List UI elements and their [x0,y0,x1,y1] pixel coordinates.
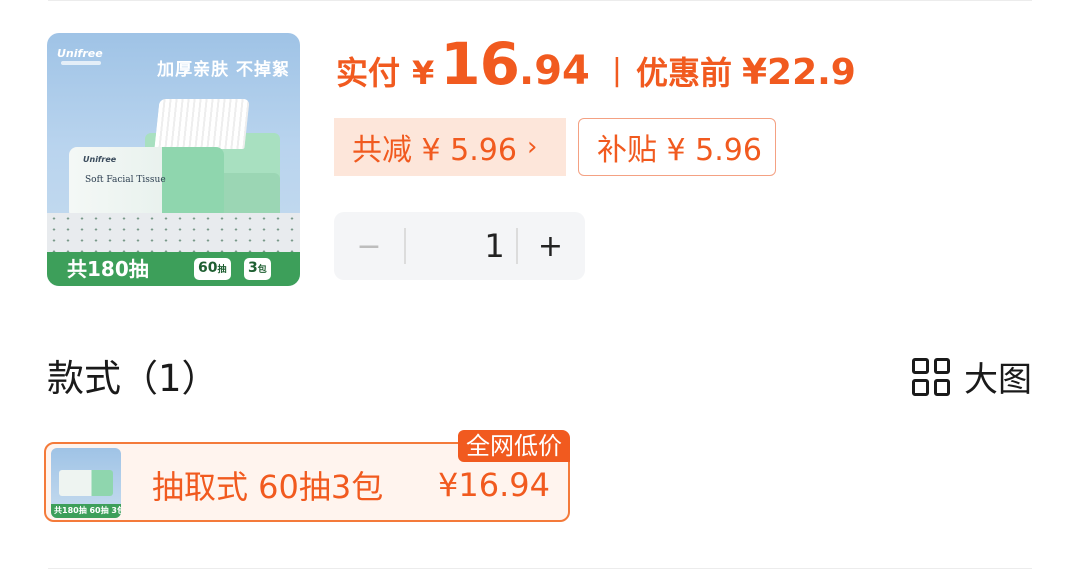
subsidy-label: 补贴 ¥ 5.96 [597,133,762,168]
before-discount-label: 优惠前 [635,54,732,92]
pack-brand: Unifree [83,155,117,164]
pack-name: Soft Facial Tissue [85,175,166,185]
quantity-stepper: − 1 + [334,212,585,280]
pack-count-tag: 3包 [244,258,271,280]
chevron-right-icon: › [526,132,538,162]
bottom-divider [48,568,1032,569]
total-reduction-chip[interactable]: 共减 ¥ 5.96 › [334,118,566,176]
grid-icon [912,357,950,396]
tissue-sheet [154,99,250,149]
total-reduction-label: 共减 ¥ 5.96 [352,133,517,168]
actual-pay-label: 实付 [336,54,401,92]
variant-option-selected[interactable]: 共180抽 60抽 3包 抽取式 60抽3包 ¥16.94 全网低价 [44,430,570,522]
variant-thumbnail: 共180抽 60抽 3包 [51,448,121,518]
subsidy-chip: 补贴 ¥ 5.96 [578,118,776,176]
large-image-label: 大图 [964,360,1032,400]
sheets-per-pack-tag: 60抽 [194,258,231,280]
before-discount-price: ¥22.9 [741,52,856,93]
tissue-pack-front: Unifree Soft Facial Tissue [69,147,224,219]
actual-price-integer: 16 [440,30,520,98]
decrease-quantity-button[interactable]: − [334,212,404,280]
brand-logo: Unifree [57,47,103,60]
lowest-price-badge: 全网低价 [458,430,570,462]
top-divider [48,0,1032,1]
actual-price-decimal: .94 [519,48,590,94]
thumbnail-pack [59,470,113,496]
product-slogan: 加厚亲肤 不掉絮 [157,60,290,80]
style-section-title: 款式（1） [47,357,219,400]
total-sheet-count: 共180抽 [67,257,149,281]
variant-name: 抽取式 60抽3包 [152,468,384,506]
thumbnail-count-bar: 共180抽 60抽 3包 [51,504,121,518]
price-separator: | [611,53,622,88]
currency-symbol: ¥ [412,54,435,92]
variant-price: ¥16.94 [438,466,550,504]
product-image[interactable]: Unifree 加厚亲肤 不掉絮 Unifree Soft Facial Tis… [47,33,300,286]
price-row: 实付 ¥ 16 .94 | 优惠前 ¥22.9 [336,30,856,102]
brand-subtitle [61,61,101,65]
large-image-toggle[interactable]: 大图 [912,352,1032,401]
increase-quantity-button[interactable]: + [516,212,585,280]
